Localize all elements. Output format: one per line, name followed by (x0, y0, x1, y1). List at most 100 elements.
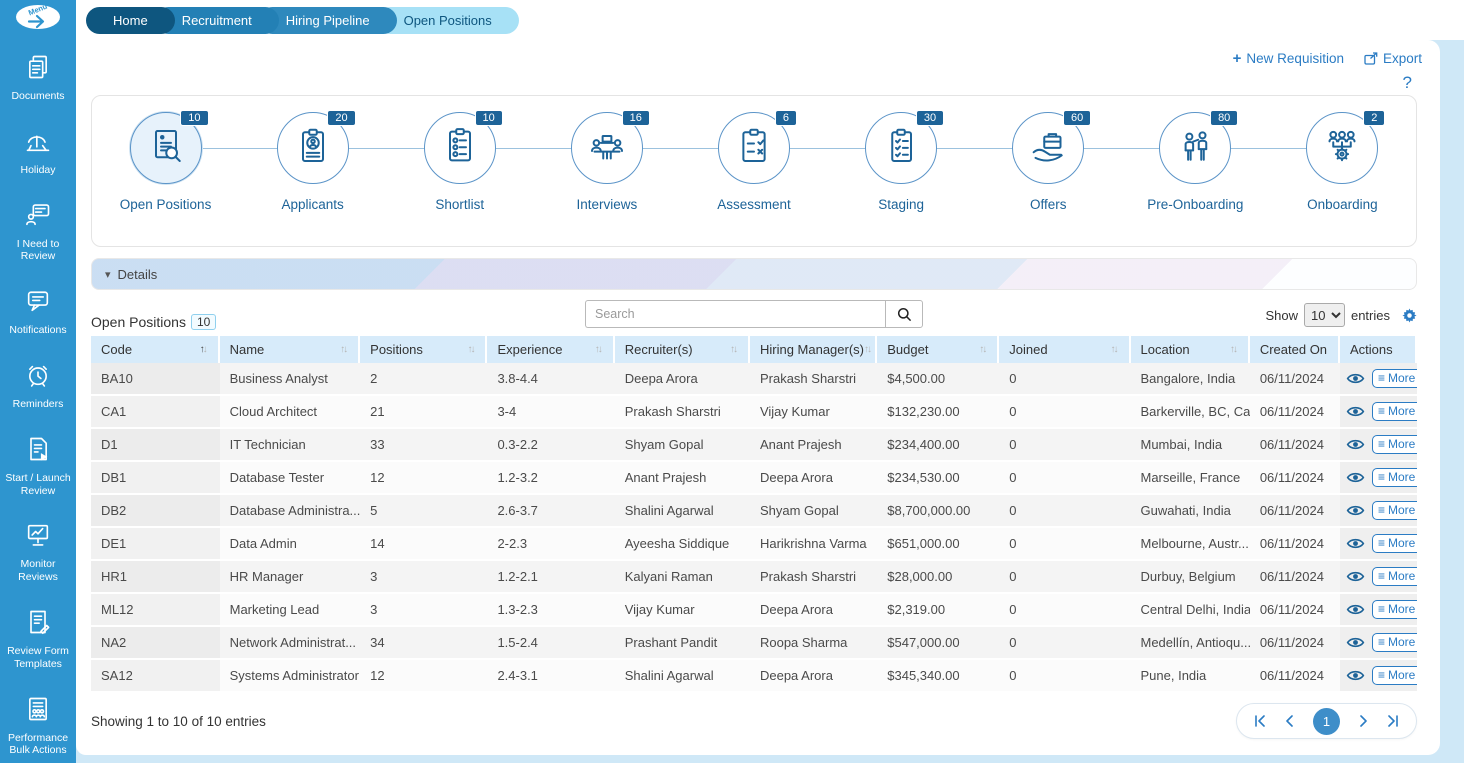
stage-circle-interviews[interactable]: 16 (571, 112, 643, 184)
staging-icon (881, 126, 921, 171)
tab-home[interactable]: Home (86, 7, 175, 34)
new-requisition-button[interactable]: + New Requisition (1233, 50, 1344, 67)
start-launch-review-icon (24, 435, 52, 468)
column-header-hiring-manager-s[interactable]: Hiring Manager(s)↑↓ (750, 336, 877, 363)
stage-label[interactable]: Assessment (717, 197, 791, 214)
page-size-select[interactable]: 10 (1304, 303, 1345, 327)
stage-label[interactable]: Onboarding (1307, 197, 1378, 214)
stage-circle-shortlist[interactable]: 10 (424, 112, 496, 184)
sidebar-item-performance-bulk-actions[interactable]: Performance Bulk Actions (0, 695, 76, 758)
cell-name: IT Technician (220, 429, 361, 462)
details-toggle[interactable]: ▾ Details (91, 258, 1417, 290)
view-button[interactable] (1346, 603, 1365, 616)
column-settings-button[interactable] (1402, 308, 1417, 323)
view-button[interactable] (1346, 570, 1365, 583)
cell-experience: 1.2-3.2 (487, 462, 614, 495)
column-header-actions[interactable]: Actions (1340, 336, 1417, 363)
view-button[interactable] (1346, 438, 1365, 451)
current-page-button[interactable]: 1 (1313, 708, 1340, 735)
column-header-code[interactable]: Code↑↓ (91, 336, 220, 363)
open-positions-table: Code↑↓Name↑↓Positions↑↓Experience↑↓Recru… (91, 336, 1417, 693)
cell-recruiter-s: Shalini Agarwal (615, 495, 750, 528)
stage-label[interactable]: Applicants (282, 197, 344, 214)
cell-name: Database Tester (220, 462, 361, 495)
cell-created-on: 06/11/2024 (1250, 462, 1340, 495)
new-requisition-label: New Requisition (1246, 51, 1344, 66)
column-header-experience[interactable]: Experience↑↓ (487, 336, 614, 363)
first-page-button[interactable] (1253, 715, 1266, 727)
cell-hiring-manager-s: Deepa Arora (750, 594, 877, 627)
column-header-name[interactable]: Name↑↓ (220, 336, 361, 363)
view-button[interactable] (1346, 405, 1365, 418)
more-button[interactable]: ≡More (1372, 501, 1417, 520)
view-button[interactable] (1346, 504, 1365, 517)
table-row-na2: NA2Network Administrat...341.5-2.4Prasha… (91, 627, 1417, 660)
view-button[interactable] (1346, 537, 1365, 550)
more-label: More (1388, 635, 1415, 649)
cell-code: HR1 (91, 561, 220, 594)
stage-label[interactable]: Open Positions (120, 197, 212, 214)
cell-name: Database Administra... (220, 495, 361, 528)
more-button[interactable]: ≡More (1372, 435, 1417, 454)
column-header-budget[interactable]: Budget↑↓ (877, 336, 999, 363)
pipeline-stage-staging: 30 Staging (828, 112, 975, 246)
more-button[interactable]: ≡More (1372, 468, 1417, 487)
column-header-positions[interactable]: Positions↑↓ (360, 336, 487, 363)
last-page-button[interactable] (1387, 715, 1400, 727)
sidebar-item-monitor-reviews[interactable]: Monitor Reviews (0, 521, 76, 584)
more-button[interactable]: ≡More (1372, 369, 1417, 388)
table-row-db2: DB2Database Administra...52.6-3.7Shalini… (91, 495, 1417, 528)
search-input[interactable] (585, 300, 885, 328)
column-label: Budget (887, 342, 928, 357)
sidebar-item-holiday[interactable]: Holiday (0, 127, 76, 177)
view-button[interactable] (1346, 636, 1365, 649)
stage-circle-open-positions[interactable]: 10 (130, 112, 202, 184)
cell-location: Barkerville, BC, Ca... (1131, 396, 1250, 429)
export-button[interactable]: Export (1364, 51, 1422, 66)
stage-label[interactable]: Shortlist (435, 197, 484, 214)
sidebar-item-documents[interactable]: Documents (0, 53, 76, 103)
sidebar-item-i-need-to-review[interactable]: I Need to Review (0, 201, 76, 264)
stage-label[interactable]: Interviews (576, 197, 637, 214)
entries-summary: Showing 1 to 10 of 10 entries (91, 714, 266, 729)
view-button[interactable] (1346, 669, 1365, 682)
more-button[interactable]: ≡More (1372, 534, 1417, 553)
cell-actions: ≡More (1340, 396, 1417, 429)
stage-label[interactable]: Staging (878, 197, 924, 214)
stage-label[interactable]: Pre-Onboarding (1147, 197, 1243, 214)
more-button[interactable]: ≡More (1372, 600, 1417, 619)
sidebar-item-review-form-templates[interactable]: Review Form Templates (0, 608, 76, 671)
sidebar-item-start-launch-review[interactable]: Start / Launch Review (0, 435, 76, 498)
more-button[interactable]: ≡More (1372, 666, 1417, 685)
column-header-created-on[interactable]: Created On (1250, 336, 1340, 363)
hiring-pipeline-panel: 10 Open Positions 20 Applicants 10 Shortlist 1… (91, 95, 1417, 247)
cell-joined: 0 (999, 429, 1130, 462)
tab-open-positions[interactable]: Open Positions (377, 7, 519, 34)
search-button[interactable] (885, 300, 923, 328)
stage-circle-offers[interactable]: 60 (1012, 112, 1084, 184)
view-button[interactable] (1346, 471, 1365, 484)
next-page-button[interactable] (1359, 715, 1368, 727)
column-header-location[interactable]: Location↑↓ (1131, 336, 1250, 363)
view-button[interactable] (1346, 372, 1365, 385)
stage-circle-onboarding[interactable]: 2 (1306, 112, 1378, 184)
cell-positions: 12 (360, 660, 487, 693)
more-button[interactable]: ≡More (1372, 633, 1417, 652)
stage-circle-pre-onboarding[interactable]: 80 (1159, 112, 1231, 184)
stage-circle-assessment[interactable]: 6 (718, 112, 790, 184)
previous-page-button[interactable] (1285, 715, 1294, 727)
column-header-joined[interactable]: Joined↑↓ (999, 336, 1130, 363)
stage-circle-staging[interactable]: 30 (865, 112, 937, 184)
more-button[interactable]: ≡More (1372, 402, 1417, 421)
stage-circle-applicants[interactable]: 20 (277, 112, 349, 184)
help-icon[interactable]: ? (1403, 73, 1412, 93)
sidebar-item-reminders[interactable]: Reminders (0, 361, 76, 411)
more-label: More (1388, 437, 1415, 451)
pagination: 1 (1236, 703, 1417, 739)
column-header-recruiter-s[interactable]: Recruiter(s)↑↓ (615, 336, 750, 363)
tab-hiring-pipeline[interactable]: Hiring Pipeline (259, 7, 397, 34)
sidebar-item-notifications[interactable]: Notifications (0, 287, 76, 337)
stage-label[interactable]: Offers (1030, 197, 1067, 214)
menu-button[interactable]: Menu (16, 5, 60, 29)
more-button[interactable]: ≡More (1372, 567, 1417, 586)
